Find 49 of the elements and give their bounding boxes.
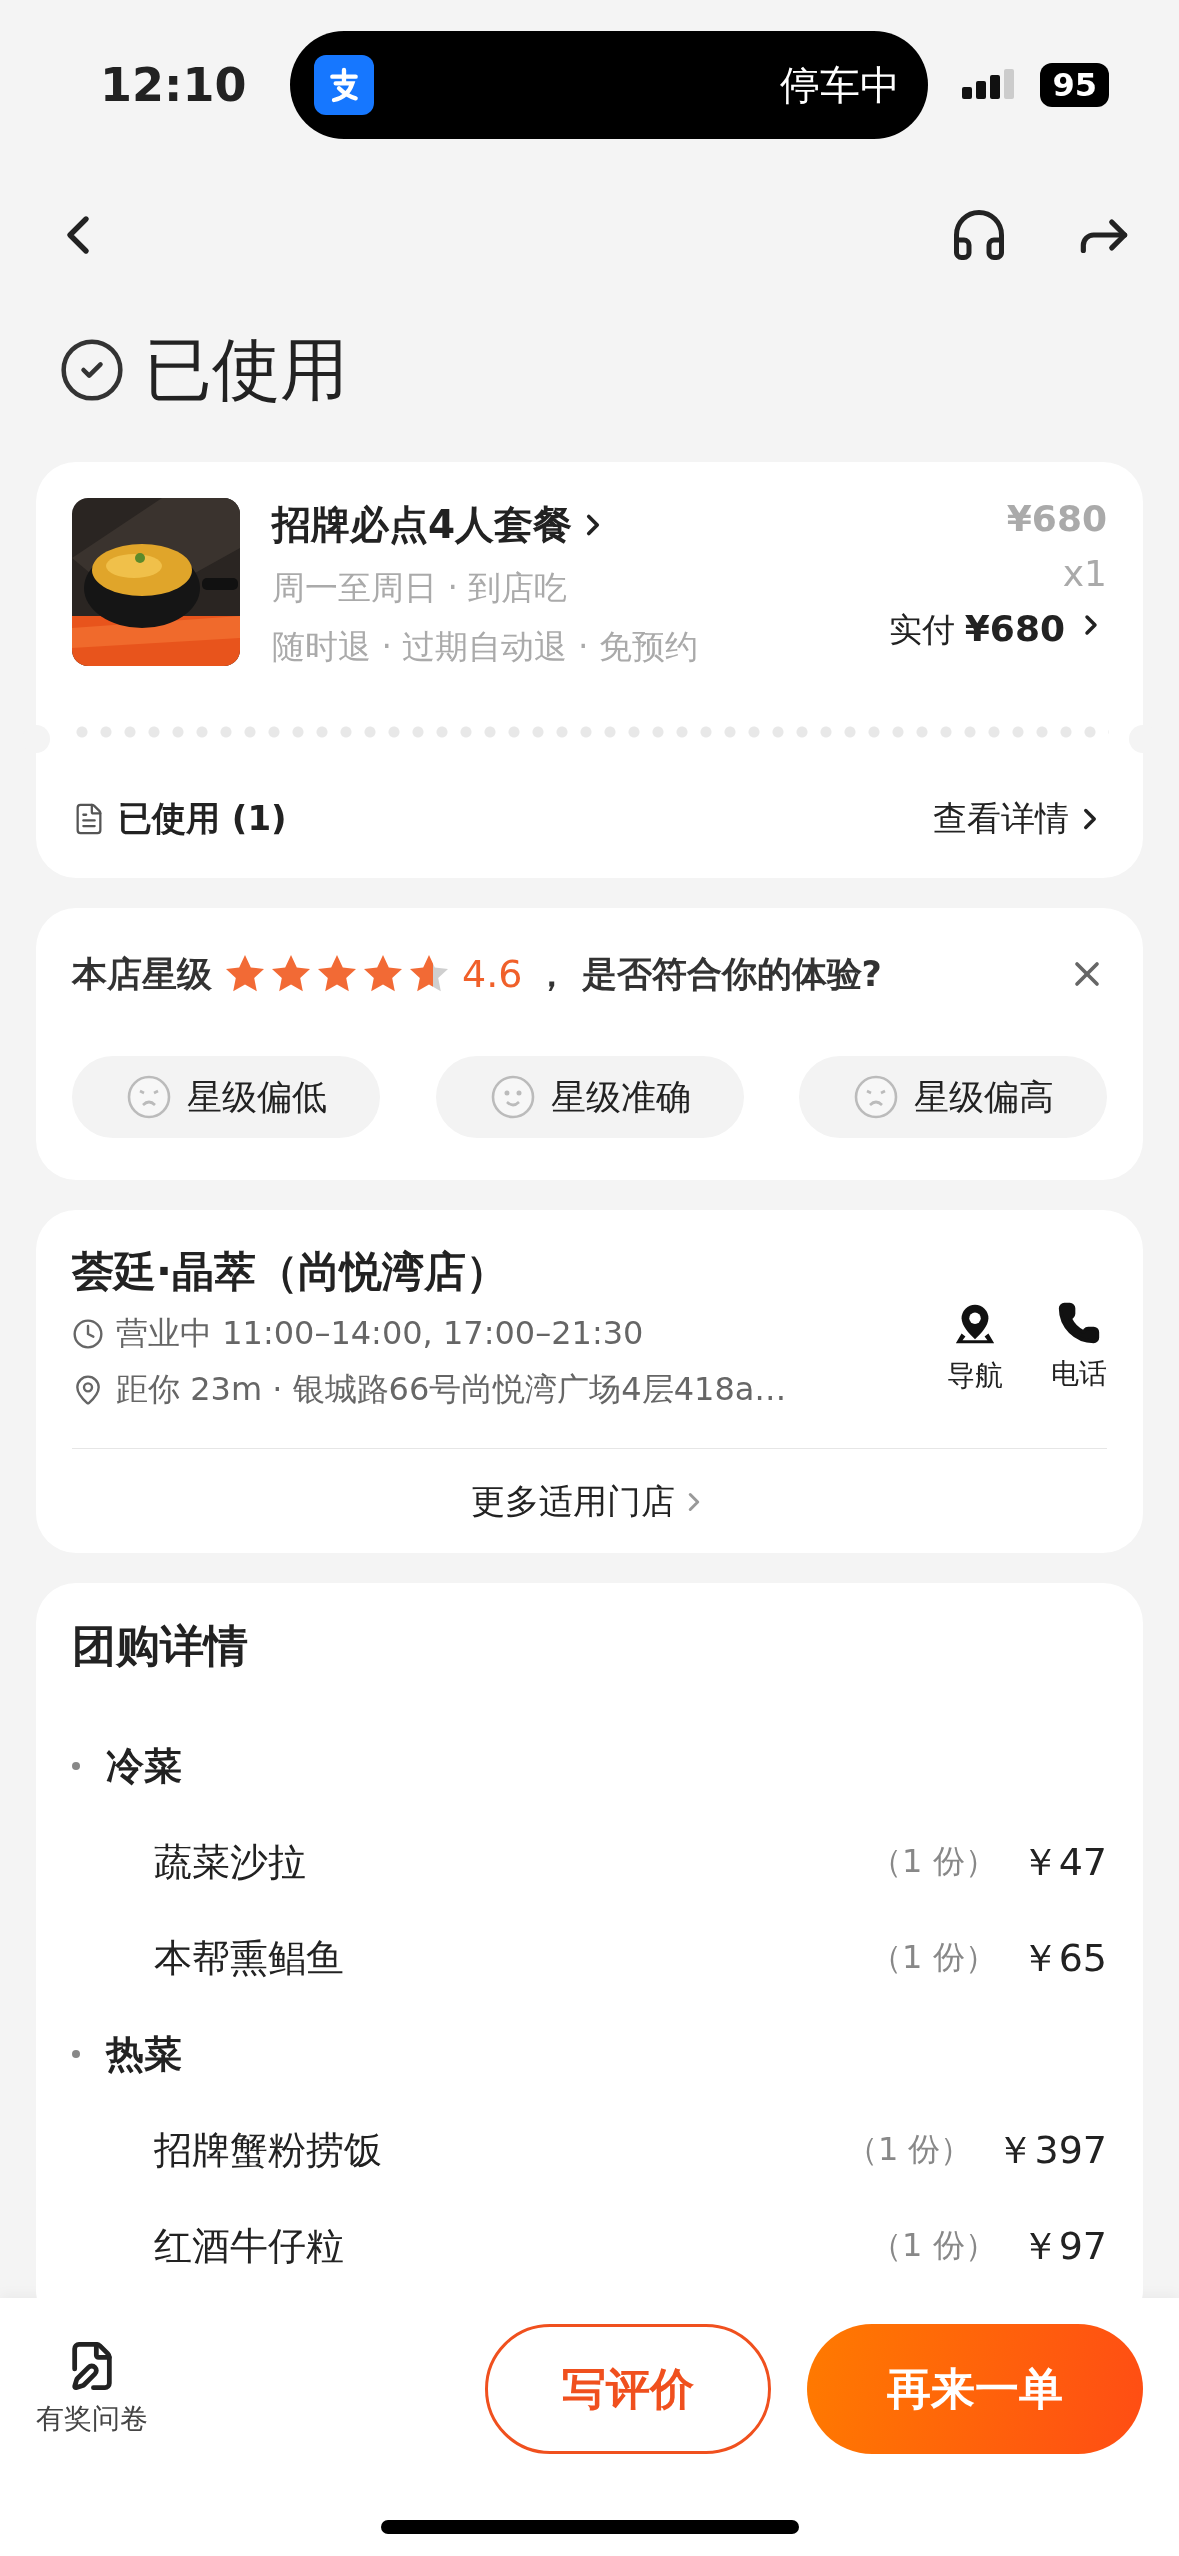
rating-question: ， 是否符合你的体验?	[534, 952, 882, 996]
quantity: x1	[1062, 553, 1107, 594]
dish-price: ￥47	[1020, 1838, 1107, 1886]
dish-quantity: （1 份）	[870, 1937, 997, 1978]
battery-level: 95	[1040, 63, 1109, 107]
rating-label: 本店星级	[72, 952, 212, 996]
dish-price: ￥397	[996, 2126, 1107, 2174]
app-logo-icon	[314, 55, 374, 115]
original-price: ¥680	[1006, 498, 1107, 539]
dish-name: 招牌蟹粉捞饭	[154, 2126, 383, 2174]
rating-feedback-button[interactable]: 星级准确	[435, 1056, 744, 1138]
section-title: 团购详情	[72, 1619, 249, 1673]
bullet-dot	[72, 1762, 80, 1770]
dish-name: 本帮熏鲳鱼	[154, 1934, 345, 1982]
business-hours: 营业中 11:00–14:00, 17:00–21:30	[116, 1313, 644, 1354]
check-circle-icon	[58, 336, 126, 404]
navigation-button[interactable]: 导航	[947, 1301, 1003, 1395]
frowning-face-icon	[852, 1073, 900, 1121]
dish-name: 蔬菜沙拉	[154, 1838, 307, 1886]
frowning-face-icon	[125, 1073, 173, 1121]
dish-quantity: （1 份）	[870, 1841, 997, 1882]
bullet-dot	[72, 2050, 80, 2058]
dish-price: ￥97	[1020, 2222, 1107, 2270]
clock-icon	[72, 1318, 104, 1350]
paid-amount-link[interactable]: 实付 ¥680	[888, 608, 1107, 653]
order-status-title: 已使用	[144, 328, 348, 411]
store-address: 距你 23m · 银城路66号尚悦湾广场4层418a…	[116, 1369, 787, 1410]
rating-score: 4.6	[462, 952, 523, 996]
rating-feedback-button[interactable]: 星级偏低	[72, 1056, 380, 1138]
phone-icon	[1057, 1301, 1101, 1345]
dish-quantity: （1 份）	[870, 2225, 997, 2266]
more-stores-link[interactable]: 更多适用门店	[470, 1479, 709, 1525]
category-name: 冷菜	[106, 1742, 182, 1790]
dish-quantity: （1 份）	[845, 2129, 973, 2170]
activity-label: 停车中	[780, 60, 900, 110]
rating-feedback-button[interactable]: 星级偏高	[799, 1056, 1107, 1138]
used-count: 已使用 (1)	[118, 797, 287, 840]
view-details-link[interactable]: 查看详情	[933, 796, 1107, 842]
call-button[interactable]: 电话	[1051, 1301, 1107, 1395]
dish-price: ￥65	[1020, 1934, 1107, 1982]
deal-schedule: 周一至周日 · 到店吃	[272, 567, 569, 609]
survey-button[interactable]: 有奖问卷	[36, 2340, 148, 2438]
deal-title-link[interactable]: 招牌必点4人套餐	[272, 498, 857, 552]
dish-name: 红酒牛仔粒	[154, 2222, 345, 2270]
status-time: 12:10	[100, 58, 248, 112]
store-name: 荟廷·晶萃（尚悦湾店）	[72, 1246, 509, 1298]
write-review-button[interactable]: 写评价	[485, 2324, 771, 2454]
category-name: 热菜	[106, 2030, 182, 2078]
deal-policies: 随时退 · 过期自动退 · 免预约	[272, 626, 699, 668]
